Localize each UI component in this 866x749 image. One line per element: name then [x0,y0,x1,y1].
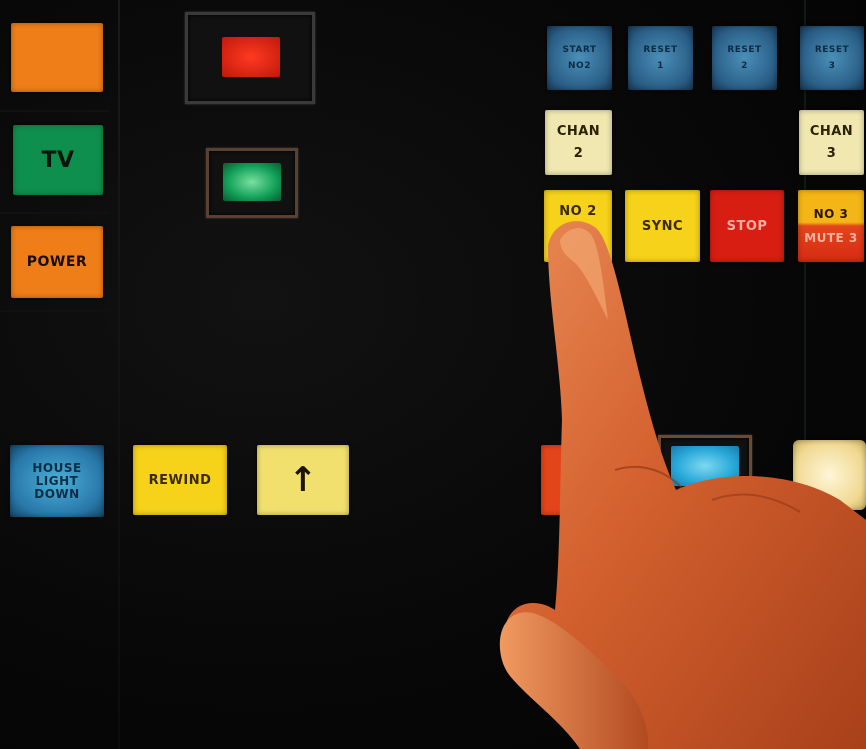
pointing-hand [499,221,866,749]
